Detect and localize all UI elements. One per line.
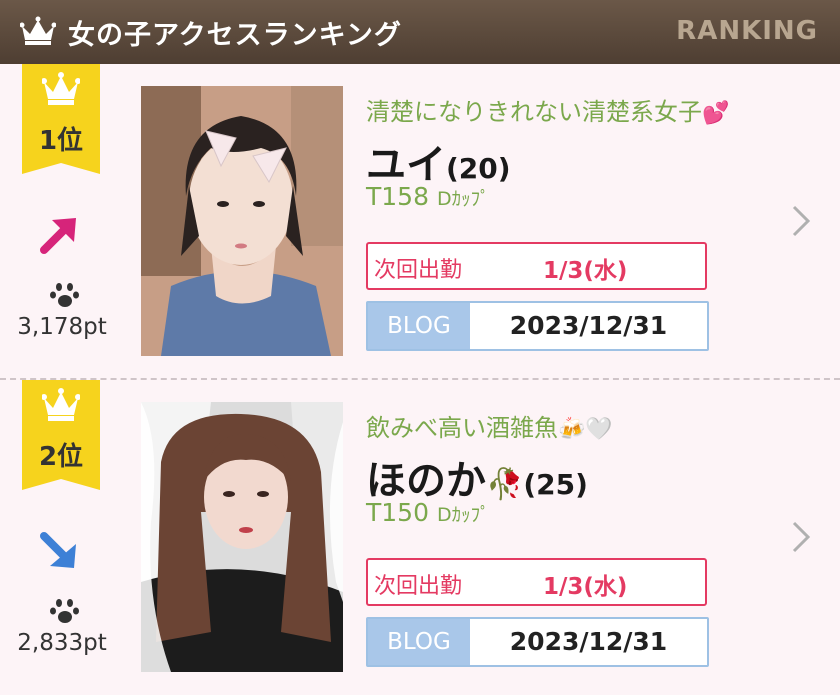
- age: (20): [446, 152, 511, 185]
- catchphrase: 飲みべ高い酒雑魚🍻🤍: [366, 414, 613, 442]
- blog-link[interactable]: BLOG 2023/12/31: [366, 301, 709, 351]
- arrow-down-right-icon: [40, 532, 76, 568]
- ranking-header: 女の子アクセスランキング RANKING: [0, 0, 840, 64]
- profile-spec: T158 Dｶｯﾌﾟ: [366, 182, 490, 211]
- profile-spec: T150 Dｶｯﾌﾟ: [366, 498, 490, 527]
- rank-badge: 2位: [22, 380, 100, 490]
- chevron-right-icon[interactable]: [790, 520, 812, 554]
- crown-icon: [42, 388, 80, 421]
- blog-label: BLOG: [368, 303, 470, 349]
- crown-icon: [42, 72, 80, 105]
- access-points: 2,833pt: [17, 630, 107, 656]
- ranking-item[interactable]: 2位 2,833pt 飲みべ高い酒雑魚🍻🤍 ほのか🥀(25) T150 Dｶｯﾌ…: [0, 380, 840, 695]
- next-shift-box: 次回出勤 1/3(水): [366, 558, 707, 606]
- blog-link[interactable]: BLOG 2023/12/31: [366, 617, 709, 667]
- profile-photo[interactable]: [141, 402, 343, 672]
- blog-label: BLOG: [368, 619, 470, 665]
- header-label: RANKING: [676, 16, 818, 46]
- rank-label: 2位: [38, 442, 84, 472]
- paw-icon: [50, 599, 79, 623]
- header-title: 女の子アクセスランキング: [68, 20, 402, 51]
- next-shift-label: 次回出勤: [374, 258, 463, 283]
- access-points: 3,178pt: [17, 314, 107, 340]
- next-shift-date: 1/3(水): [543, 574, 628, 600]
- chevron-right-icon[interactable]: [790, 204, 812, 238]
- blog-date: 2023/12/31: [509, 311, 668, 340]
- profile-photo[interactable]: [141, 86, 343, 356]
- paw-icon: [50, 283, 79, 307]
- next-shift-date: 1/3(水): [543, 258, 628, 284]
- ranking-item[interactable]: 1位 3,178pt 清楚になりきれない清楚系女子💕 ユイ(20) T158 D…: [0, 64, 840, 379]
- crown-icon: [20, 16, 56, 45]
- catchphrase: 清楚になりきれない清楚系女子💕: [366, 98, 730, 126]
- age: (25): [523, 468, 588, 501]
- arrow-up-right-icon: [40, 218, 76, 254]
- rank-badge: 1位: [22, 64, 100, 174]
- rank-label: 1位: [38, 126, 84, 156]
- next-shift-box: 次回出勤 1/3(水): [366, 242, 707, 290]
- blog-date: 2023/12/31: [509, 627, 668, 656]
- next-shift-label: 次回出勤: [374, 574, 463, 599]
